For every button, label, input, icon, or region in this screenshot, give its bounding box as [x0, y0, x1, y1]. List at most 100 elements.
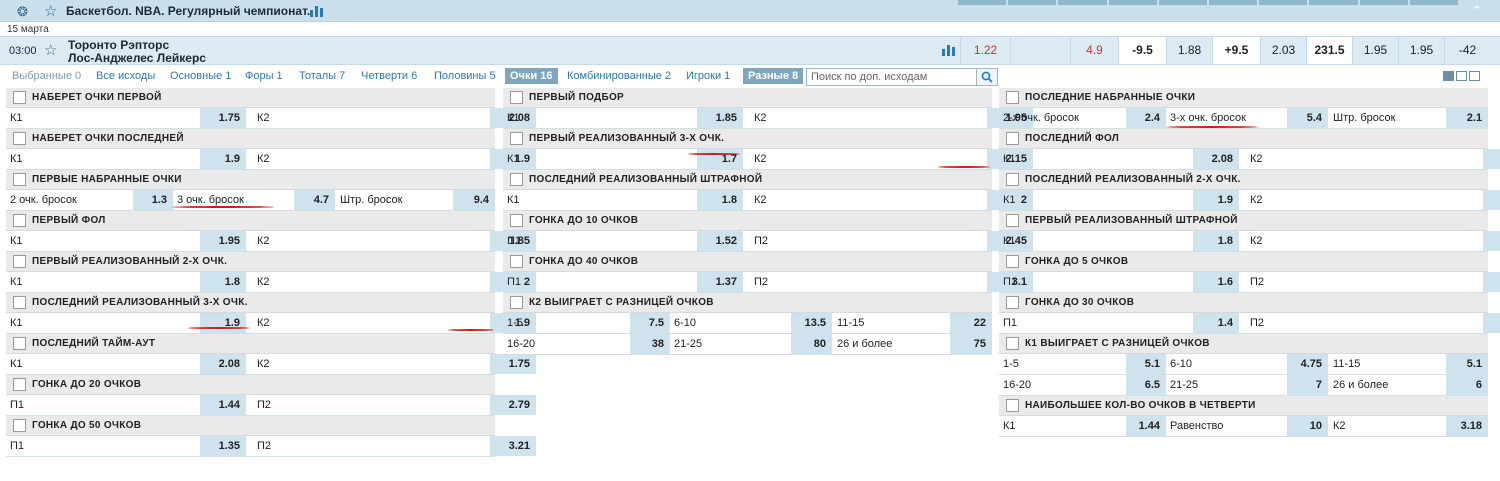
league-header[interactable]: ❂ ☆ Баскетбол. NBA. Регулярный чемпионат…	[0, 0, 1500, 22]
market-header[interactable]: ПОСЛЕДНИЙ РЕАЛИЗОВАННЫЙ 3-Х ОЧК.	[6, 293, 495, 313]
event-odds-cell[interactable]: 4.9	[1070, 37, 1118, 64]
market-header[interactable]: ПОСЛЕДНИЙ ТАЙМ-АУТ	[6, 334, 495, 354]
event-odds-cell[interactable]: +9.5	[1212, 37, 1260, 64]
odds-value[interactable]: 80	[791, 334, 832, 354]
odds-value[interactable]: 6.5	[1126, 375, 1166, 395]
odds-value[interactable]: 75	[950, 334, 992, 354]
event-odds-cell[interactable]	[1010, 37, 1070, 64]
market-checkbox[interactable]	[1006, 337, 1019, 350]
market-checkbox[interactable]	[13, 419, 26, 432]
market-header[interactable]: ГОНКА ДО 20 ОЧКОВ	[6, 375, 495, 395]
odds-value[interactable]: 2.1	[1446, 108, 1488, 128]
event-odds-cell[interactable]: -42	[1444, 37, 1490, 64]
market-header[interactable]: ПОСЛЕДНИЙ РЕАЛИЗОВАННЫЙ ШТРАФНОЙ	[503, 170, 992, 190]
event-odds-cell[interactable]: 2.03	[1260, 37, 1306, 64]
tab-item[interactable]: Выбранные 0	[12, 70, 81, 82]
odds-value[interactable]: 2.08	[1193, 149, 1239, 169]
tab-item[interactable]: Основные 1	[170, 70, 231, 82]
odds-value[interactable]: 5.1	[1126, 354, 1166, 374]
odds-value[interactable]: 2.33	[1483, 272, 1500, 292]
market-checkbox[interactable]	[1006, 255, 1019, 268]
tab-item[interactable]: Комбинированные 2	[567, 70, 671, 82]
odds-value[interactable]: 22	[950, 313, 992, 333]
odds-value[interactable]: 6	[1446, 375, 1488, 395]
odds-value[interactable]: 9.4	[453, 190, 495, 210]
market-checkbox[interactable]	[13, 296, 26, 309]
odds-value[interactable]: 4.7	[294, 190, 335, 210]
market-header[interactable]: ГОНКА ДО 10 ОЧКОВ	[503, 211, 992, 231]
tab-item[interactable]: Половины 5	[434, 70, 496, 82]
market-header[interactable]: ПЕРВЫЙ РЕАЛИЗОВАННЫЙ ШТРАФНОЙ	[999, 211, 1488, 231]
market-header[interactable]: ПЕРВЫЙ РЕАЛИЗОВАННЫЙ 3-Х ОЧК.	[503, 129, 992, 149]
market-checkbox[interactable]	[13, 173, 26, 186]
market-header[interactable]: ПЕРВЫЕ НАБРАННЫЕ ОЧКИ	[6, 170, 495, 190]
view-one-column-icon[interactable]	[1469, 71, 1480, 81]
market-header[interactable]: ПЕРВЫЙ РЕАЛИЗОВАННЫЙ 2-Х ОЧК.	[6, 252, 495, 272]
odds-value[interactable]: 1.75	[1483, 149, 1500, 169]
event-odds-cell[interactable]: 1.22	[960, 37, 1010, 64]
odds-value[interactable]: 1.9	[1193, 190, 1239, 210]
market-checkbox[interactable]	[1006, 214, 1019, 227]
odds-value[interactable]: 1.95	[200, 231, 246, 251]
tab-item[interactable]: Форы 1	[245, 70, 283, 82]
odds-value[interactable]: 1.75	[200, 108, 246, 128]
market-header[interactable]: ПОСЛЕДНИЙ РЕАЛИЗОВАННЫЙ 2-Х ОЧК.	[999, 170, 1488, 190]
odds-value[interactable]: 4.75	[1287, 354, 1328, 374]
favorite-star-icon[interactable]: ☆	[44, 41, 57, 59]
market-checkbox[interactable]	[510, 173, 523, 186]
odds-value[interactable]: 1.6	[1193, 272, 1239, 292]
odds-value[interactable]: 1.8	[697, 190, 743, 210]
odds-value[interactable]: 1.9	[1483, 190, 1500, 210]
market-header[interactable]: ПОСЛЕДНИЙ ФОЛ	[999, 129, 1488, 149]
market-checkbox[interactable]	[1006, 296, 1019, 309]
odds-value[interactable]: 1.35	[200, 436, 246, 456]
search-input[interactable]: Поиск по доп. исходам	[811, 71, 927, 83]
market-checkbox[interactable]	[510, 91, 523, 104]
odds-value[interactable]: 1.9	[200, 313, 246, 333]
odds-value[interactable]: 1.3	[133, 190, 173, 210]
odds-value[interactable]: 2.79	[490, 395, 536, 415]
odds-value[interactable]: 2.95	[1483, 313, 1500, 333]
market-header[interactable]: НАИБОЛЬШЕЕ КОЛ-ВО ОЧКОВ В ЧЕТВЕРТИ	[999, 396, 1488, 416]
view-three-columns-icon[interactable]	[1443, 71, 1454, 81]
market-checkbox[interactable]	[1006, 173, 1019, 186]
market-header[interactable]: НАБЕРЕТ ОЧКИ ПЕРВОЙ	[6, 88, 495, 108]
event-odds-cell[interactable]: -9.5	[1118, 37, 1166, 64]
odds-value[interactable]: 1.37	[697, 272, 743, 292]
market-header[interactable]: ГОНКА ДО 30 ОЧКОВ	[999, 293, 1488, 313]
market-checkbox[interactable]	[13, 91, 26, 104]
odds-value[interactable]: 3.21	[490, 436, 536, 456]
market-checkbox[interactable]	[510, 132, 523, 145]
odds-value[interactable]: 13.5	[791, 313, 832, 333]
tab-item[interactable]: Очки 16	[505, 68, 558, 84]
view-two-columns-icon[interactable]	[1456, 71, 1467, 81]
tab-item[interactable]: Тоталы 7	[299, 70, 345, 82]
odds-value[interactable]: 38	[630, 334, 670, 354]
odds-value[interactable]: 1.8	[200, 272, 246, 292]
odds-value[interactable]: 1.52	[697, 231, 743, 251]
event-odds-cell[interactable]: 1.95	[1352, 37, 1398, 64]
odds-value[interactable]: 1.44	[200, 395, 246, 415]
event-teams[interactable]: Торонто Рэпторс Лос-Анджелес Лейкерс	[68, 39, 206, 65]
market-checkbox[interactable]	[510, 255, 523, 268]
tab-item[interactable]: Игроки 1	[686, 70, 730, 82]
market-header[interactable]: ПОСЛЕДНИЕ НАБРАННЫЕ ОЧКИ	[999, 88, 1488, 108]
event-odds-cell[interactable]: 231.5	[1306, 37, 1352, 64]
collapse-icon[interactable]: ⌃	[1466, 2, 1488, 20]
search-button[interactable]	[976, 69, 997, 85]
market-header[interactable]: ГОНКА ДО 5 ОЧКОВ	[999, 252, 1488, 272]
market-checkbox[interactable]	[1006, 91, 1019, 104]
market-checkbox[interactable]	[510, 214, 523, 227]
tab-item[interactable]: Разные 8	[743, 68, 804, 84]
odds-value[interactable]: 10	[1287, 416, 1328, 436]
odds-value[interactable]: 5.1	[1446, 354, 1488, 374]
market-search[interactable]: Поиск по доп. исходам	[806, 68, 998, 86]
odds-value[interactable]: 2	[1483, 231, 1500, 251]
event-odds-cell[interactable]: 1.88	[1166, 37, 1212, 64]
odds-value[interactable]: 2.4	[1126, 108, 1166, 128]
event-odds-cell[interactable]: 1.95	[1398, 37, 1444, 64]
market-header[interactable]: ГОНКА ДО 50 ОЧКОВ	[6, 416, 495, 436]
market-header[interactable]: ПЕРВЫЙ ПОДБОР	[503, 88, 992, 108]
market-header[interactable]: ПЕРВЫЙ ФОЛ	[6, 211, 495, 231]
market-checkbox[interactable]	[1006, 132, 1019, 145]
